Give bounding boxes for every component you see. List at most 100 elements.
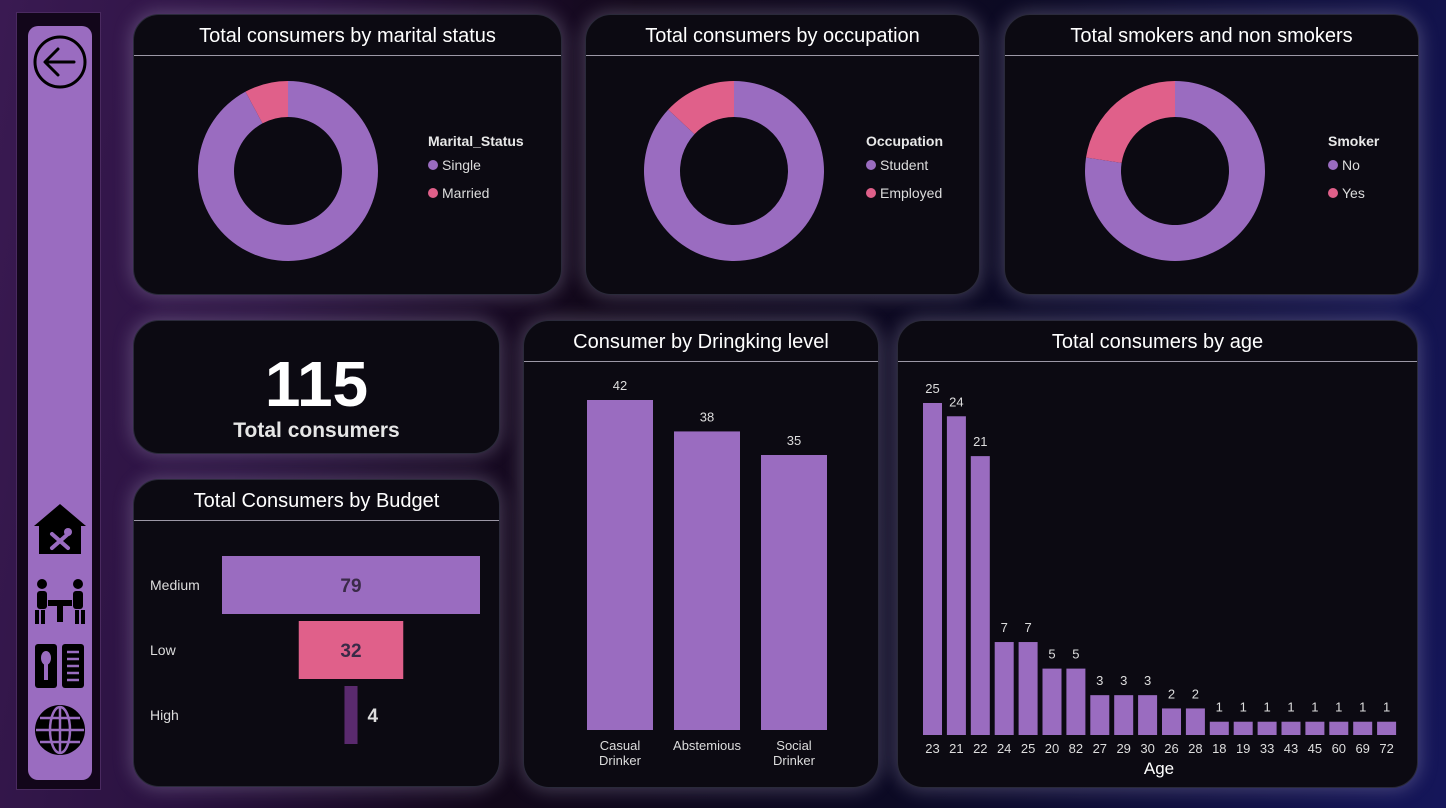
age-category-label: 24 — [997, 741, 1011, 756]
drinking-category-label: Drinker — [773, 753, 816, 768]
legend-item-no[interactable]: No — [1328, 157, 1360, 173]
age-data-label: 1 — [1263, 700, 1270, 715]
divider — [134, 55, 561, 56]
age-x-axis-title: Age — [1144, 759, 1174, 778]
age-data-label: 3 — [1120, 673, 1127, 688]
age-data-label: 1 — [1359, 700, 1366, 715]
age-category-label: 60 — [1332, 741, 1346, 756]
age-category-label: 21 — [949, 741, 963, 756]
age-bar[interactable] — [946, 416, 966, 735]
budget-card: Total Consumers by Budget Medium 79 Low 32 H… — [133, 479, 500, 787]
age-bar[interactable] — [1305, 721, 1325, 735]
age-bar[interactable] — [1377, 721, 1397, 735]
age-data-label: 1 — [1287, 700, 1294, 715]
age-bar[interactable] — [1018, 642, 1038, 735]
drinking-bar[interactable] — [761, 455, 827, 730]
legend-item-yes[interactable]: Yes — [1328, 185, 1365, 201]
drinking-bar[interactable] — [674, 431, 740, 730]
age-category-label: 25 — [1021, 741, 1035, 756]
age-bar[interactable] — [1329, 721, 1349, 735]
age-bar[interactable] — [1066, 668, 1086, 735]
age-bar[interactable] — [1233, 721, 1253, 735]
age-category-label: 18 — [1212, 741, 1226, 756]
age-bar[interactable] — [1185, 708, 1205, 735]
sidebar — [28, 26, 92, 780]
budget-funnel-chart: Medium 79 Low 32 High 4 — [150, 556, 480, 744]
age-bar[interactable] — [1162, 708, 1181, 735]
marital-status-card: Total consumers by marital status Marita… — [133, 14, 562, 295]
age-category-label: 23 — [925, 741, 939, 756]
globe-icon[interactable] — [32, 702, 88, 758]
age-bar[interactable] — [994, 642, 1014, 735]
kpi-label: Total consumers — [233, 419, 400, 442]
budget-data-label: 79 — [340, 576, 361, 597]
occupation-donut-chart — [644, 81, 824, 261]
drinking-category-label: Casual — [600, 738, 641, 753]
age-bar[interactable] — [1090, 695, 1110, 735]
drinking-category-label: Social — [776, 738, 812, 753]
budget-bar-high[interactable] — [344, 686, 358, 744]
back-arrow-icon[interactable] — [32, 34, 88, 90]
age-category-label: 69 — [1355, 741, 1369, 756]
divider — [134, 520, 499, 521]
card-title: Total smokers and non smokers — [1070, 25, 1353, 47]
age-bar[interactable] — [1138, 695, 1158, 735]
drinking-bar[interactable] — [587, 400, 653, 730]
drinking-level-card: Consumer by Dringking level 42 Casual Drin… — [523, 320, 879, 788]
age-category-label: 28 — [1188, 741, 1202, 756]
age-bar[interactable] — [970, 456, 990, 735]
age-category-label: 20 — [1045, 741, 1059, 756]
age-category-label: 27 — [1093, 741, 1107, 756]
drinking-category-label: Drinker — [599, 753, 642, 768]
card-title: Total consumers by marital status — [199, 25, 496, 47]
divider — [1005, 55, 1418, 56]
card-title: Consumer by Dringking level — [573, 331, 829, 353]
age-category-label: 19 — [1236, 741, 1250, 756]
age-category-label: 30 — [1140, 741, 1154, 756]
drinking-data-label: 42 — [613, 378, 627, 393]
drinking-data-label: 38 — [700, 409, 714, 424]
age-bar[interactable] — [1114, 695, 1134, 735]
age-data-label: 25 — [925, 381, 939, 396]
age-bar[interactable] — [1209, 721, 1229, 735]
marital-donut-chart — [197, 81, 378, 261]
age-data-label: 1 — [1240, 700, 1247, 715]
legend-item-employed[interactable]: Employed — [866, 185, 942, 201]
age-card: Total consumers by age 25 23 24 21 21 22 7 24 7 2… — [897, 320, 1418, 788]
card-title: Total consumers by occupation — [645, 25, 920, 47]
legend-title: Marital_Status — [428, 133, 524, 149]
age-bar[interactable] — [1353, 721, 1373, 735]
age-bar[interactable] — [1257, 721, 1277, 735]
dining-table-icon[interactable] — [32, 574, 88, 630]
age-category-label: 22 — [973, 741, 987, 756]
card-title: Total consumers by age — [1051, 331, 1264, 353]
age-bar[interactable] — [1042, 668, 1062, 735]
budget-category-label: Medium — [150, 577, 200, 593]
age-category-label: 82 — [1069, 741, 1083, 756]
legend-item-student[interactable]: Student — [866, 157, 928, 173]
age-data-label: 1 — [1216, 700, 1223, 715]
menu-book-icon[interactable] — [32, 638, 88, 694]
age-data-label: 21 — [973, 434, 987, 449]
age-category-label: 72 — [1379, 741, 1393, 756]
card-title: Total Consumers by Budget — [193, 490, 440, 512]
legend-item-single[interactable]: Single — [428, 157, 481, 173]
age-data-label: 1 — [1311, 700, 1318, 715]
restaurant-home-icon[interactable] — [32, 502, 88, 558]
drinking-bar-chart: 42CasualDrinker38Abstemious35SocialDrink… — [587, 378, 827, 768]
age-data-label: 3 — [1144, 673, 1151, 688]
age-category-label: 45 — [1308, 741, 1322, 756]
legend-item-married[interactable]: Married — [428, 185, 489, 201]
drinking-data-label: 35 — [787, 433, 801, 448]
smoker-card: Total smokers and non smokers Smoker No … — [1004, 14, 1419, 295]
legend-title: Occupation — [866, 133, 944, 149]
budget-category-label: Low — [150, 642, 177, 658]
age-category-label: 33 — [1260, 741, 1274, 756]
total-consumers-kpi-card: 115 Total consumers — [133, 320, 500, 454]
smoker-slice-yes[interactable] — [1086, 81, 1175, 163]
age-data-label: 7 — [1024, 620, 1031, 635]
age-bar[interactable] — [1281, 721, 1301, 735]
budget-data-label: 4 — [368, 706, 379, 727]
age-bar[interactable] — [923, 403, 942, 735]
drinking-category-label: Abstemious — [673, 738, 741, 753]
